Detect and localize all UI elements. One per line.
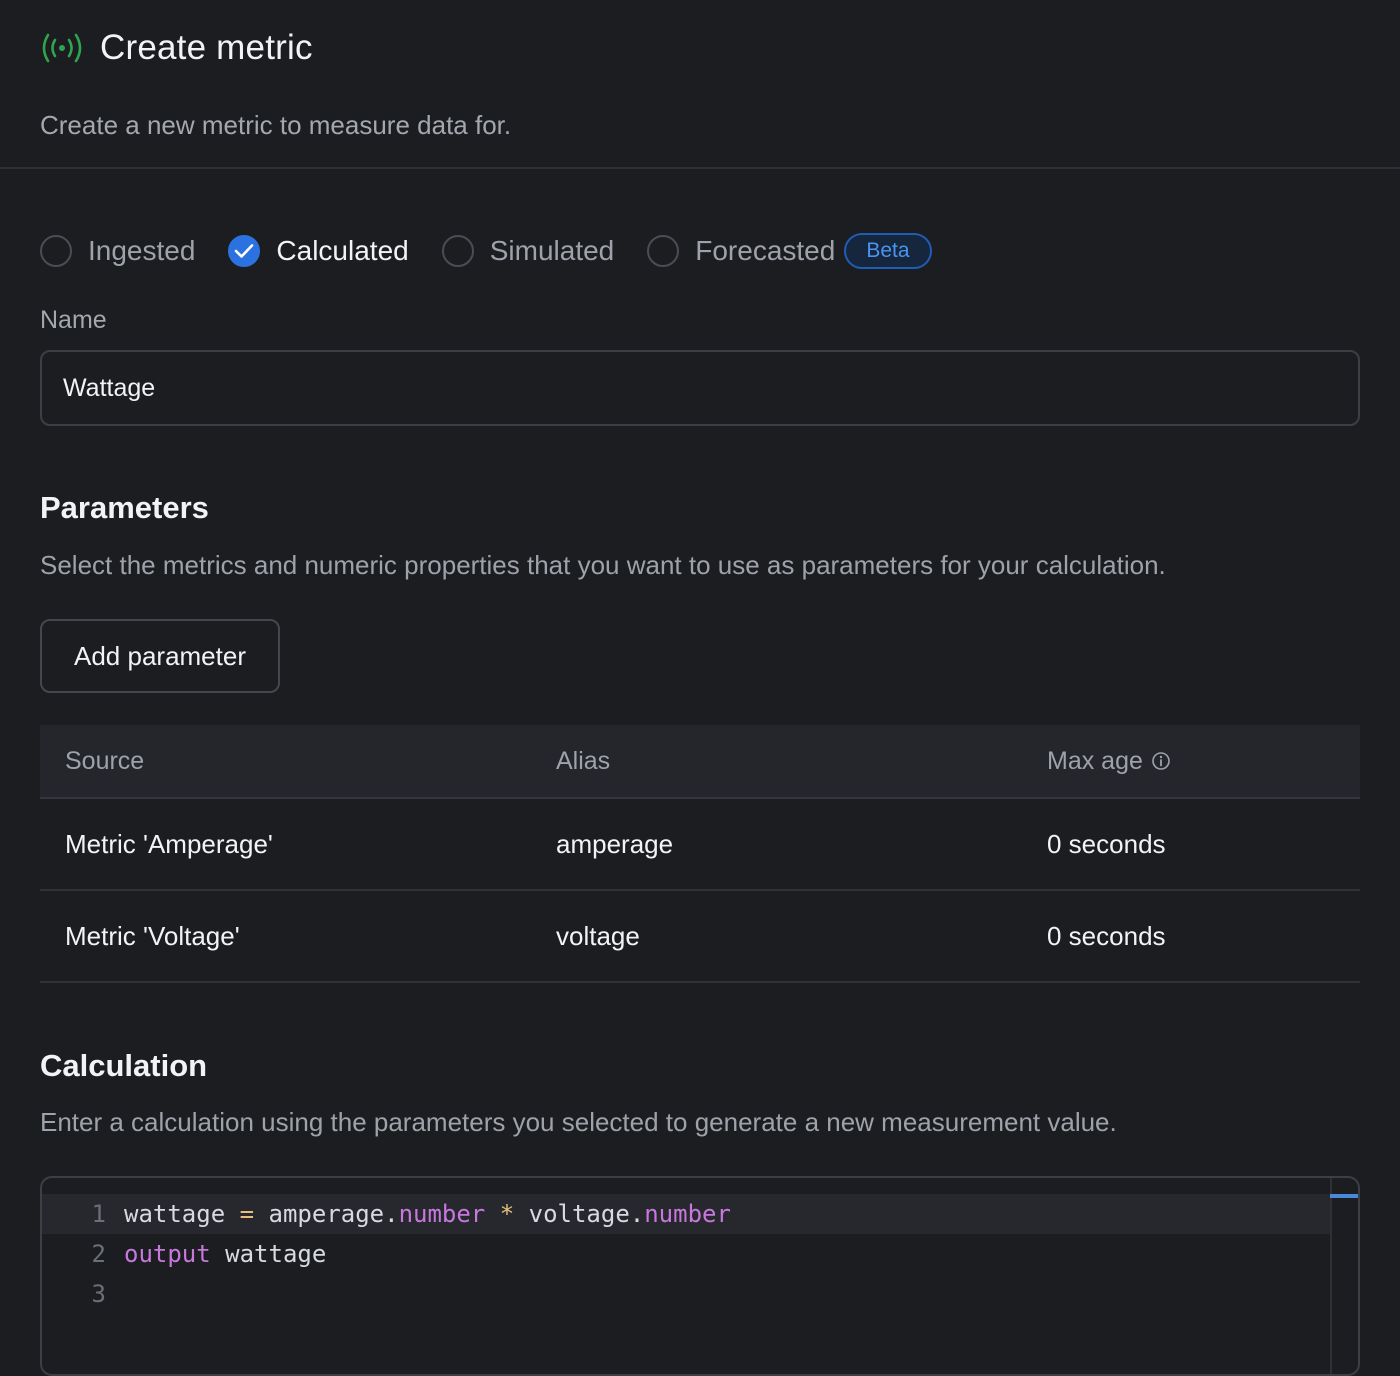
table-header: Source Alias Max age [40, 725, 1360, 799]
page-title: Create metric [100, 28, 313, 67]
code-text: output wattage [124, 1240, 326, 1268]
parameters-description: Select the metrics and numeric propertie… [40, 550, 1166, 580]
checkmark-icon [235, 244, 254, 258]
radio-unchecked-icon [441, 235, 474, 267]
add-parameter-button[interactable]: Add parameter [40, 619, 280, 693]
code-line[interactable]: 1 wattage = amperage.number * voltage.nu… [42, 1194, 1332, 1234]
cell-max-age: 0 seconds [1047, 828, 1166, 859]
cell-alias: voltage [556, 920, 640, 951]
line-number: 1 [91, 1200, 106, 1228]
radio-label-simulated: Simulated [489, 235, 615, 266]
column-header-source: Source [65, 746, 145, 775]
signal-broadcast-icon [42, 33, 82, 63]
page-subtitle: Create a new metric to measure data for. [40, 110, 512, 140]
calculation-heading: Calculation [40, 1048, 208, 1083]
column-header-alias: Alias [556, 746, 611, 775]
code-line[interactable]: 3 [42, 1274, 1332, 1314]
cell-alias: amperage [556, 828, 674, 859]
cell-source: Metric 'Amperage' [65, 828, 273, 859]
code-token: amperage. [268, 1200, 399, 1228]
calculation-description: Enter a calculation using the parameters… [40, 1107, 1117, 1137]
radio-label-calculated: Calculated [276, 235, 409, 266]
info-icon[interactable] [1151, 751, 1171, 771]
radio-checked-icon [228, 235, 261, 267]
parameters-heading: Parameters [40, 490, 209, 525]
table-row[interactable]: Metric 'Voltage' voltage 0 seconds [40, 891, 1360, 983]
code-token: output [124, 1240, 211, 1268]
beta-badge: Beta [844, 233, 932, 269]
scrollbar-cursor-marker [1330, 1194, 1358, 1198]
radio-unchecked-icon [40, 235, 72, 267]
radio-unchecked-icon [647, 235, 680, 267]
table-row[interactable]: Metric 'Amperage' amperage 0 seconds [40, 799, 1360, 891]
code-editor[interactable]: 1 wattage = amperage.number * voltage.nu… [40, 1176, 1360, 1376]
parameters-table: Source Alias Max age Metric 'Amperage' a… [40, 725, 1360, 983]
metric-type-radio-group: Ingested Calculated Simulated Forecasted… [40, 228, 932, 274]
line-number: 2 [91, 1240, 106, 1268]
code-token: = [239, 1200, 255, 1228]
editor-scrollbar[interactable] [1330, 1178, 1358, 1374]
code-token: voltage. [528, 1200, 645, 1228]
title-row: Create metric [40, 26, 313, 70]
code-token: number [398, 1200, 486, 1228]
code-line[interactable]: 2 output wattage [42, 1234, 1332, 1274]
radio-option-simulated[interactable]: Simulated [441, 235, 615, 267]
cell-source: Metric 'Voltage' [65, 920, 240, 951]
radio-label-ingested: Ingested [88, 235, 196, 266]
radio-option-calculated[interactable]: Calculated [228, 235, 409, 267]
code-token: wattage [124, 1200, 226, 1228]
radio-label-forecasted: Forecasted [695, 235, 836, 266]
line-number: 3 [91, 1280, 106, 1308]
page-header: Create metric Create a new metric to mea… [0, 0, 1400, 169]
code-token: wattage [225, 1240, 327, 1268]
name-field-label: Name [40, 306, 107, 334]
code-token: number [644, 1200, 731, 1228]
code-text: wattage = amperage.number * voltage.numb… [124, 1200, 731, 1228]
radio-option-forecasted[interactable]: Forecasted [647, 235, 835, 267]
cell-max-age: 0 seconds [1047, 920, 1166, 951]
column-header-max-age: Max age [1022, 747, 1360, 776]
code-token: * [499, 1200, 515, 1228]
radio-option-ingested[interactable]: Ingested [40, 235, 195, 267]
name-input[interactable] [40, 350, 1360, 426]
column-header-max-age-label: Max age [1047, 746, 1143, 775]
